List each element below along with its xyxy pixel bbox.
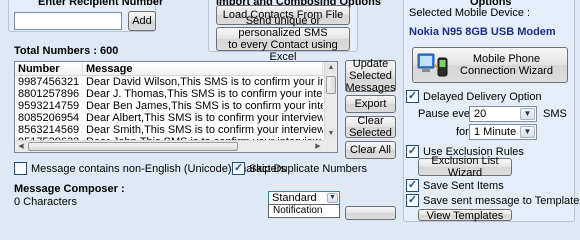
clear-selected-label-2: Selected (349, 127, 392, 139)
check-mark-icon: ✓ (407, 90, 418, 102)
total-numbers-label: Total Numbers : 600 (14, 45, 119, 57)
delayed-delivery-label: Delayed Delivery Option (423, 90, 542, 103)
exclusion-rules-checkbox-box[interactable]: ✓ (406, 145, 419, 158)
column-header-number[interactable]: Number (15, 62, 83, 75)
selected-device-label: Selected Mobile Device : (409, 7, 531, 19)
save-sent-items-checkbox-box[interactable]: ✓ (406, 179, 419, 192)
unicode-checkbox-box[interactable] (14, 162, 27, 175)
scroll-right-arrow-icon[interactable]: ▶ (312, 141, 324, 152)
delayed-delivery-checkbox[interactable]: ✓ Delayed Delivery Option (406, 90, 542, 103)
row-message: Dear Ben James,This SMS is to confirm yo… (86, 100, 323, 112)
row-message: Dear David Wilson,This SMS is to confirm… (86, 76, 323, 88)
skip-duplicates-checkbox[interactable]: ✓ Skip Duplicate Numbers (232, 162, 367, 175)
save-sent-items-checkbox[interactable]: ✓ Save Sent Items (406, 179, 504, 192)
grid-body: 9987456321 Dear David Wilson,This SMS is… (15, 76, 337, 148)
update-label-2: Selected (349, 70, 392, 82)
pause-count-value: 20 (474, 108, 487, 120)
clear-selected-button[interactable]: Clear Selected (345, 115, 396, 139)
table-row[interactable]: 8801257896 Dear J. Thomas,This SMS is to… (15, 88, 337, 100)
row-message: Dear Smith,This SMS is to confirm your i… (86, 124, 323, 136)
row-number: 8563214569 (18, 124, 80, 136)
sms-type-dropdown-list[interactable]: Notification (268, 204, 340, 218)
send-via-excel-button[interactable]: Send unique or personalized SMS to every… (216, 15, 350, 63)
character-count: 0 Characters (14, 196, 77, 208)
skip-duplicates-checkbox-label: Skip Duplicate Numbers (249, 162, 367, 175)
cropped-button[interactable] (345, 206, 396, 220)
recipient-number-input[interactable] (14, 12, 122, 30)
send-via-excel-label-2: to every Contact using Excel (228, 39, 338, 63)
pause-duration-value: 1 Minute (474, 126, 517, 138)
clear-all-button[interactable]: Clear All (345, 141, 396, 159)
vertical-scroll-thumb[interactable] (326, 76, 336, 94)
numbers-grid[interactable]: Number Message 9987456321 Dear David Wil… (14, 61, 338, 153)
pause-count-select[interactable]: 20 ▼ (469, 106, 537, 122)
save-sent-items-label: Save Sent Items (423, 179, 504, 192)
row-number: 9593214759 (18, 100, 80, 112)
table-row[interactable]: 8563214569 Dear Smith,This SMS is to con… (15, 124, 337, 136)
wizard-label-2: Connection Wizard (460, 65, 553, 77)
sms-type-option-notification[interactable]: Notification (273, 205, 322, 216)
grid-horizontal-scrollbar[interactable]: ◀ ▶ (15, 140, 324, 152)
pause-duration-select[interactable]: 1 Minute ▼ (469, 124, 537, 140)
scroll-up-arrow-icon[interactable]: ▲ (325, 62, 337, 74)
row-number: 9987456321 (18, 76, 80, 88)
check-mark-icon: ✓ (407, 194, 418, 206)
column-header-message[interactable]: Message (83, 62, 323, 75)
row-number: 8801257896 (18, 88, 80, 100)
view-templates-button[interactable]: View Templates (418, 209, 512, 222)
send-via-excel-label-1: Send unique or personalized SMS (238, 15, 328, 39)
delayed-delivery-checkbox-box[interactable]: ✓ (406, 90, 419, 103)
update-label-3: Messages (345, 82, 396, 94)
scroll-left-arrow-icon[interactable]: ◀ (15, 141, 27, 152)
grid-header: Number Message (15, 62, 337, 76)
row-message: Dear J. Thomas,This SMS is to confirm yo… (86, 88, 323, 100)
export-button[interactable]: Export (345, 95, 396, 113)
skip-duplicates-checkbox-box[interactable]: ✓ (232, 162, 245, 175)
check-mark-icon: ✓ (233, 162, 244, 174)
mobile-phone-connection-wizard-button[interactable]: Mobile Phone Connection Wizard (412, 47, 568, 83)
recipient-header: Enter Recipient Number (38, 0, 164, 8)
scrollbar-corner (324, 140, 337, 152)
horizontal-scroll-thumb[interactable] (28, 142, 238, 151)
save-to-templates-checkbox[interactable]: ✓ Save sent message to Templates (406, 194, 580, 207)
selected-device-value: Nokia N95 8GB USB Modem (409, 26, 556, 38)
clear-selected-label-1: Clear (357, 115, 384, 127)
grid-vertical-scrollbar[interactable]: ▲ ▼ (324, 62, 337, 140)
phone-connection-icon (416, 50, 450, 80)
add-button[interactable]: Add (128, 11, 156, 31)
exclusion-list-wizard-button[interactable]: Exclusion List Wizard (418, 155, 512, 179)
table-row[interactable]: 8085206954 Dear Albert,This SMS is to co… (15, 112, 337, 124)
chevron-down-icon[interactable]: ▼ (520, 108, 535, 120)
sms-type-select[interactable]: Standard SMS ▼ (268, 191, 340, 216)
save-to-templates-checkbox-box[interactable]: ✓ (406, 194, 419, 207)
chevron-down-icon[interactable]: ▼ (327, 193, 338, 203)
row-message: Dear Albert,This SMS is to confirm your … (86, 112, 323, 124)
update-selected-messages-button[interactable]: Update Selected Messages (345, 58, 396, 94)
wizard-label: Mobile Phone Connection Wizard (450, 53, 567, 77)
check-mark-icon: ✓ (407, 179, 418, 191)
row-number: 8085206954 (18, 112, 80, 124)
table-row[interactable]: 9593214759 Dear Ben James,This SMS is to… (15, 100, 337, 112)
composer-header: Message Composer : (14, 183, 125, 195)
save-to-templates-label: Save sent message to Templates (423, 194, 580, 207)
table-row[interactable]: 9987456321 Dear David Wilson,This SMS is… (15, 76, 337, 88)
for-label: for (456, 126, 469, 138)
update-label-1: Update (352, 58, 389, 70)
wizard-label-1: Mobile Phone (472, 53, 541, 65)
chevron-down-icon[interactable]: ▼ (520, 126, 535, 138)
check-mark-icon: ✓ (407, 145, 418, 157)
scroll-down-arrow-icon[interactable]: ▼ (325, 128, 337, 140)
sms-unit-label: SMS (543, 108, 567, 120)
